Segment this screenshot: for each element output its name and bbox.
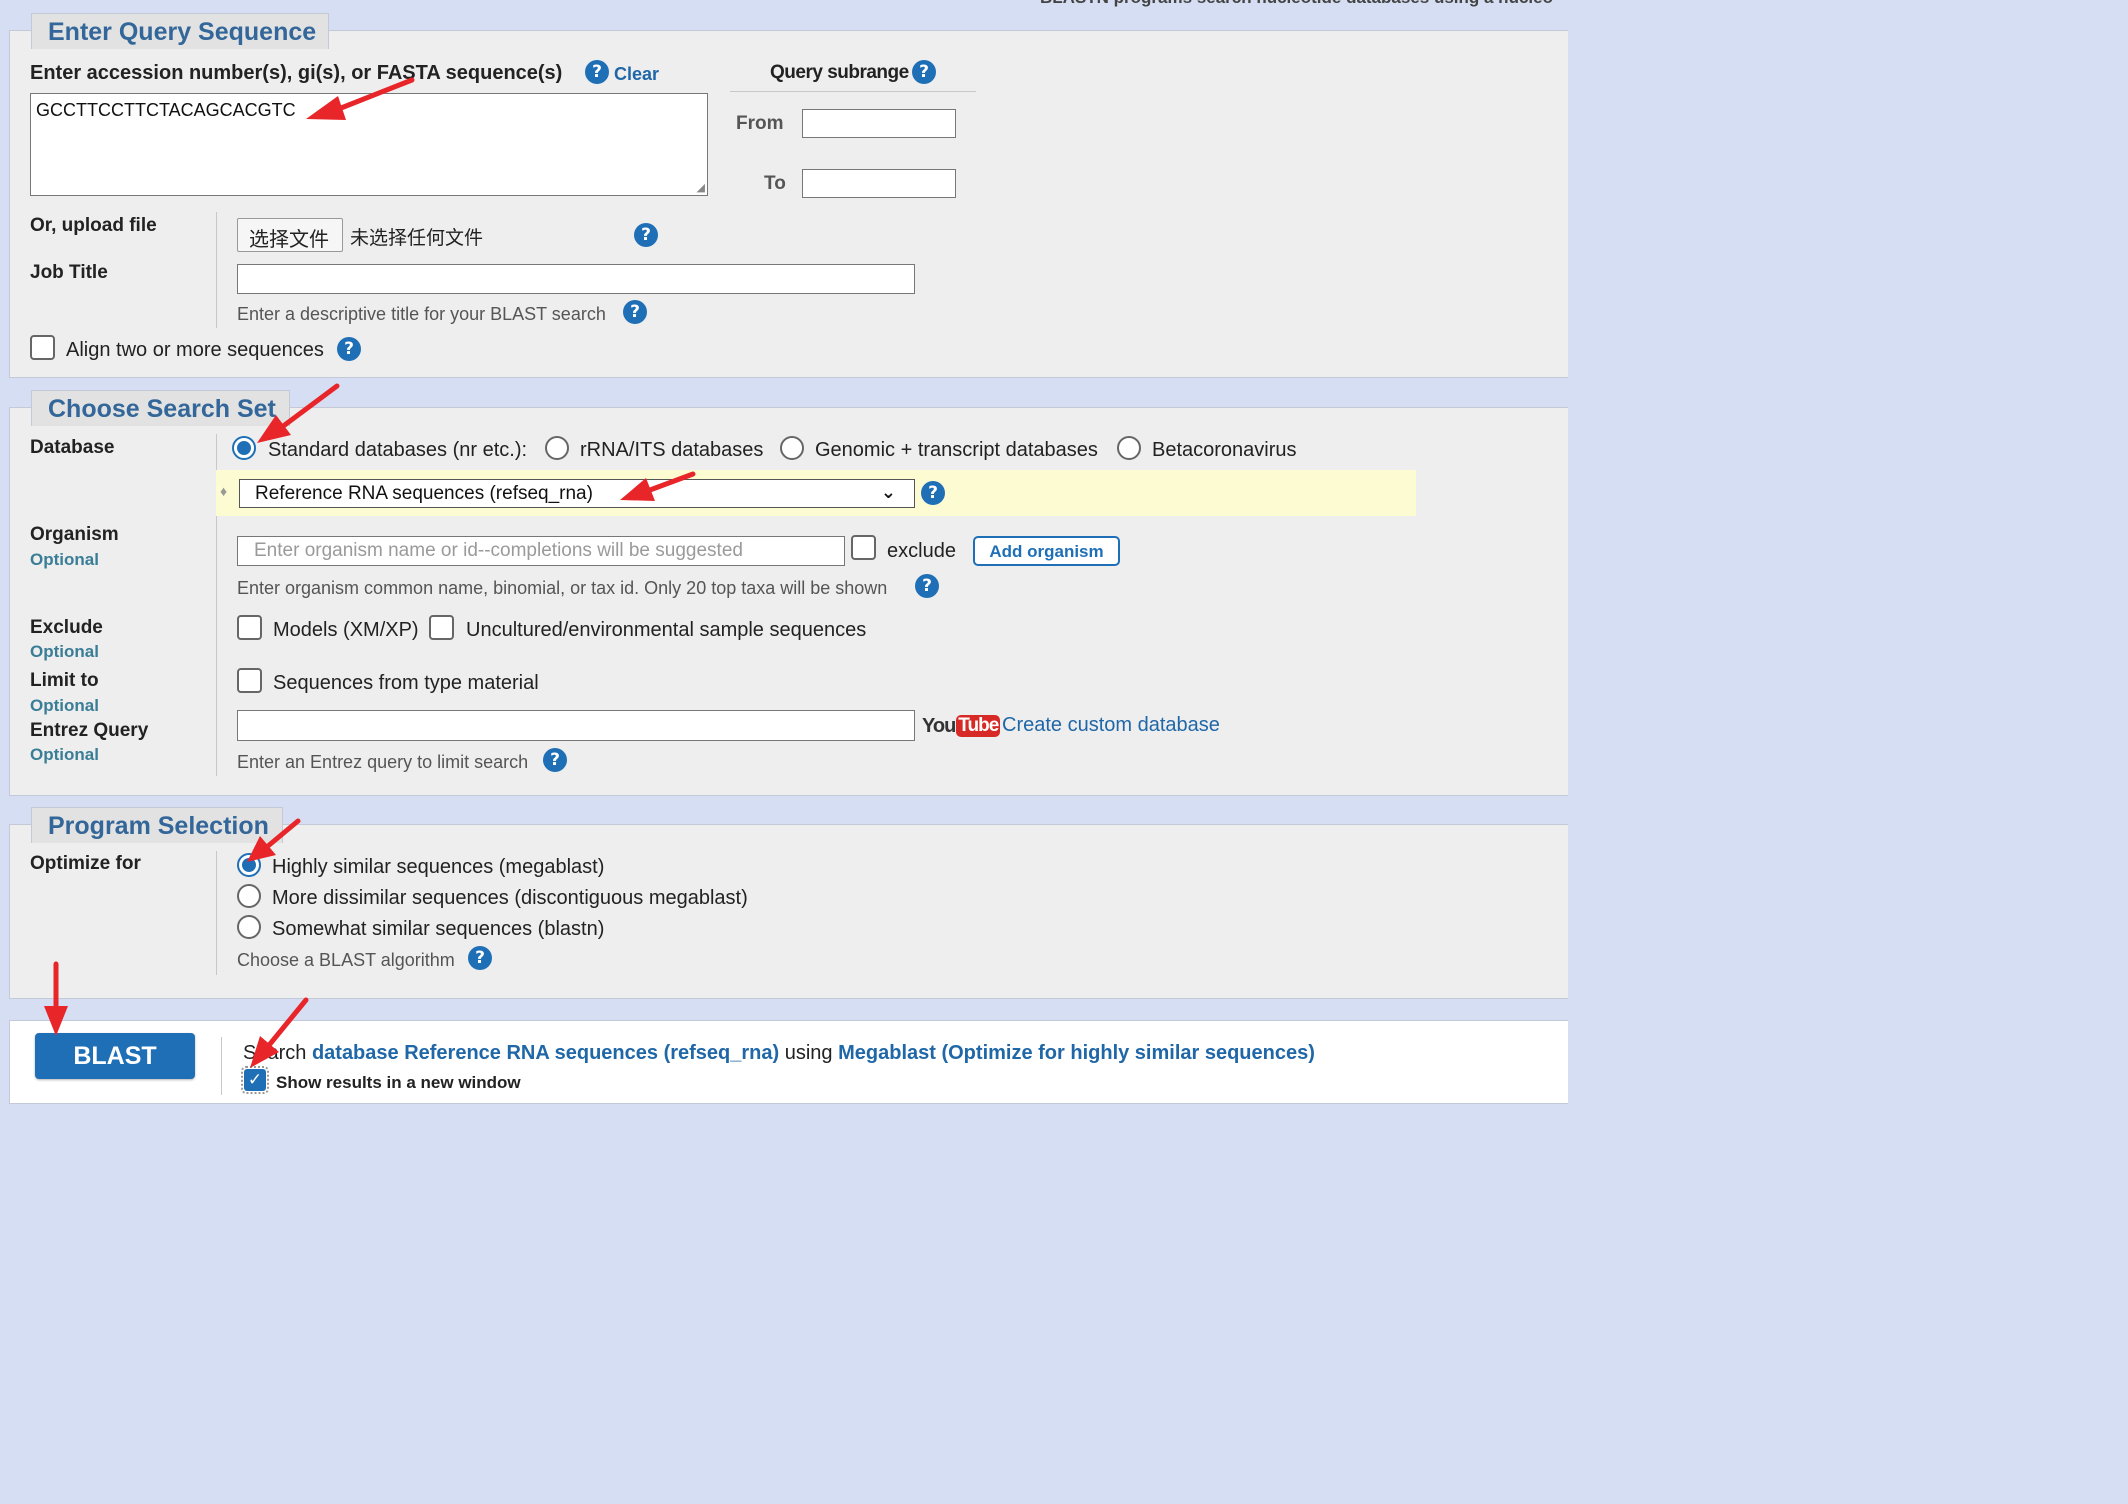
exclude-uncultured-label[interactable]: Uncultured/environmental sample sequence…: [466, 619, 866, 642]
db-help-icon[interactable]: ?: [921, 481, 945, 505]
youtube-tube-text: Tube: [956, 715, 1001, 737]
to-label: To: [764, 173, 786, 194]
sequence-label: Enter accession number(s), gi(s), or FAS…: [30, 62, 563, 84]
search-set-tab: Choose Search Set: [31, 390, 290, 426]
program-radio-blastn[interactable]: [237, 915, 261, 939]
resize-grip-icon[interactable]: ◢: [697, 181, 705, 194]
program-option-megablast[interactable]: Highly similar sequences (megablast): [272, 856, 604, 879]
from-input[interactable]: [802, 109, 956, 138]
db-radio-genomic[interactable]: [780, 436, 804, 460]
program-option-discontiguous[interactable]: More dissimilar sequences (discontiguous…: [272, 887, 748, 910]
limit-type-material-label[interactable]: Sequences from type material: [273, 672, 539, 695]
search-summary: Search database Reference RNA sequences …: [243, 1042, 1315, 1065]
organism-exclude-label[interactable]: exclude: [887, 540, 956, 563]
job-title-hint: Enter a descriptive title for your BLAST…: [237, 304, 606, 324]
summary-program-link[interactable]: Megablast (Optimize for highly similar s…: [838, 1042, 1315, 1064]
job-title-input[interactable]: [237, 264, 915, 294]
organism-placeholder: Enter organism name or id--completions w…: [254, 540, 743, 561]
entrez-label: Entrez Query: [30, 720, 149, 741]
align-two-checkbox[interactable]: [30, 335, 55, 360]
db-radio-betacoronavirus[interactable]: [1117, 436, 1141, 460]
db-option-betacoronavirus[interactable]: Betacoronavirus: [1152, 439, 1297, 462]
align-two-help-icon[interactable]: ?: [337, 337, 361, 361]
align-two-label[interactable]: Align two or more sequences: [66, 339, 324, 362]
clear-link[interactable]: Clear: [614, 64, 659, 85]
sequence-help-icon[interactable]: ?: [585, 60, 609, 84]
summary-using: using: [784, 1042, 833, 1064]
database-label: Database: [30, 437, 115, 458]
to-input[interactable]: [802, 169, 956, 198]
db-select-value: Reference RNA sequences (refseq_rna): [255, 483, 593, 504]
youtube-icon[interactable]: You Tube: [922, 713, 1001, 739]
program-panel: [9, 824, 1568, 999]
sequence-value: GCCTTCCTTCTACAGCACGTC: [36, 100, 296, 120]
exclude-label: Exclude: [30, 617, 103, 638]
db-radio-rrna[interactable]: [545, 436, 569, 460]
exclude-uncultured-checkbox[interactable]: [429, 615, 454, 640]
program-radio-discontiguous[interactable]: [237, 884, 261, 908]
exclude-models-checkbox[interactable]: [237, 615, 262, 640]
header-note: BLASTN programs search nucleotide databa…: [1040, 0, 1553, 8]
submit-divider: [221, 1037, 222, 1095]
summary-prefix: Search: [243, 1042, 307, 1064]
db-radio-standard[interactable]: [232, 436, 256, 460]
subrange-title: Query subrange: [770, 62, 909, 83]
sequence-textarea[interactable]: GCCTTCCTTCTACAGCACGTC ◢: [30, 93, 708, 196]
upload-help-icon[interactable]: ?: [634, 223, 658, 247]
db-option-standard[interactable]: Standard databases (nr etc.):: [268, 439, 527, 462]
checkmark-icon: ✓: [244, 1069, 266, 1091]
job-title-help-icon[interactable]: ?: [623, 300, 647, 324]
algorithm-hint: Choose a BLAST algorithm: [237, 950, 455, 970]
no-file-text: 未选择任何文件: [350, 227, 484, 249]
drag-handle-icon[interactable]: ♦: [220, 483, 227, 499]
exclude-models-label[interactable]: Models (XM/XP): [273, 619, 419, 642]
entrez-input[interactable]: [237, 710, 915, 741]
db-select[interactable]: Reference RNA sequences (refseq_rna) ⌄: [239, 479, 915, 508]
blast-button[interactable]: BLAST: [35, 1033, 195, 1079]
upload-label: Or, upload file: [30, 215, 157, 236]
organism-label: Organism: [30, 524, 119, 545]
program-option-blastn[interactable]: Somewhat similar sequences (blastn): [272, 918, 604, 941]
program-tab: Program Selection: [31, 807, 283, 843]
subrange-divider: [730, 91, 976, 92]
chevron-down-icon: ⌄: [880, 482, 896, 503]
limit-type-material-checkbox[interactable]: [237, 668, 262, 693]
entrez-help-icon[interactable]: ?: [543, 748, 567, 772]
db-option-genomic[interactable]: Genomic + transcript databases: [815, 439, 1098, 462]
program-divider: [216, 851, 217, 975]
new-window-label[interactable]: Show results in a new window: [276, 1073, 521, 1093]
custom-db-link[interactable]: Create custom database: [1002, 714, 1220, 737]
entrez-optional: Optional: [30, 745, 99, 764]
algorithm-help-icon[interactable]: ?: [468, 946, 492, 970]
add-organism-button[interactable]: Add organism: [973, 536, 1120, 566]
query-divider: [216, 212, 217, 328]
organism-input[interactable]: Enter organism name or id--completions w…: [237, 536, 845, 566]
organism-help-icon[interactable]: ?: [915, 574, 939, 598]
choose-file-button[interactable]: 选择文件: [237, 218, 343, 252]
limit-optional: Optional: [30, 696, 99, 715]
optimize-label: Optimize for: [30, 853, 141, 874]
subrange-help-icon[interactable]: ?: [912, 60, 936, 84]
entrez-hint: Enter an Entrez query to limit search: [237, 752, 529, 772]
db-option-rrna[interactable]: rRNA/ITS databases: [580, 439, 763, 462]
organism-exclude-checkbox[interactable]: [851, 535, 876, 560]
limit-label: Limit to: [30, 670, 99, 691]
exclude-optional: Optional: [30, 642, 99, 661]
organism-hint: Enter organism common name, binomial, or…: [237, 578, 888, 598]
program-radio-megablast[interactable]: [237, 853, 261, 877]
youtube-you-text: You: [922, 714, 956, 737]
query-tab: Enter Query Sequence: [31, 13, 329, 49]
summary-db-link[interactable]: database Reference RNA sequences (refseq…: [312, 1042, 779, 1064]
from-label: From: [736, 113, 784, 134]
job-title-label: Job Title: [30, 262, 108, 283]
organism-optional: Optional: [30, 550, 99, 569]
new-window-checkbox[interactable]: ✓: [241, 1066, 269, 1094]
